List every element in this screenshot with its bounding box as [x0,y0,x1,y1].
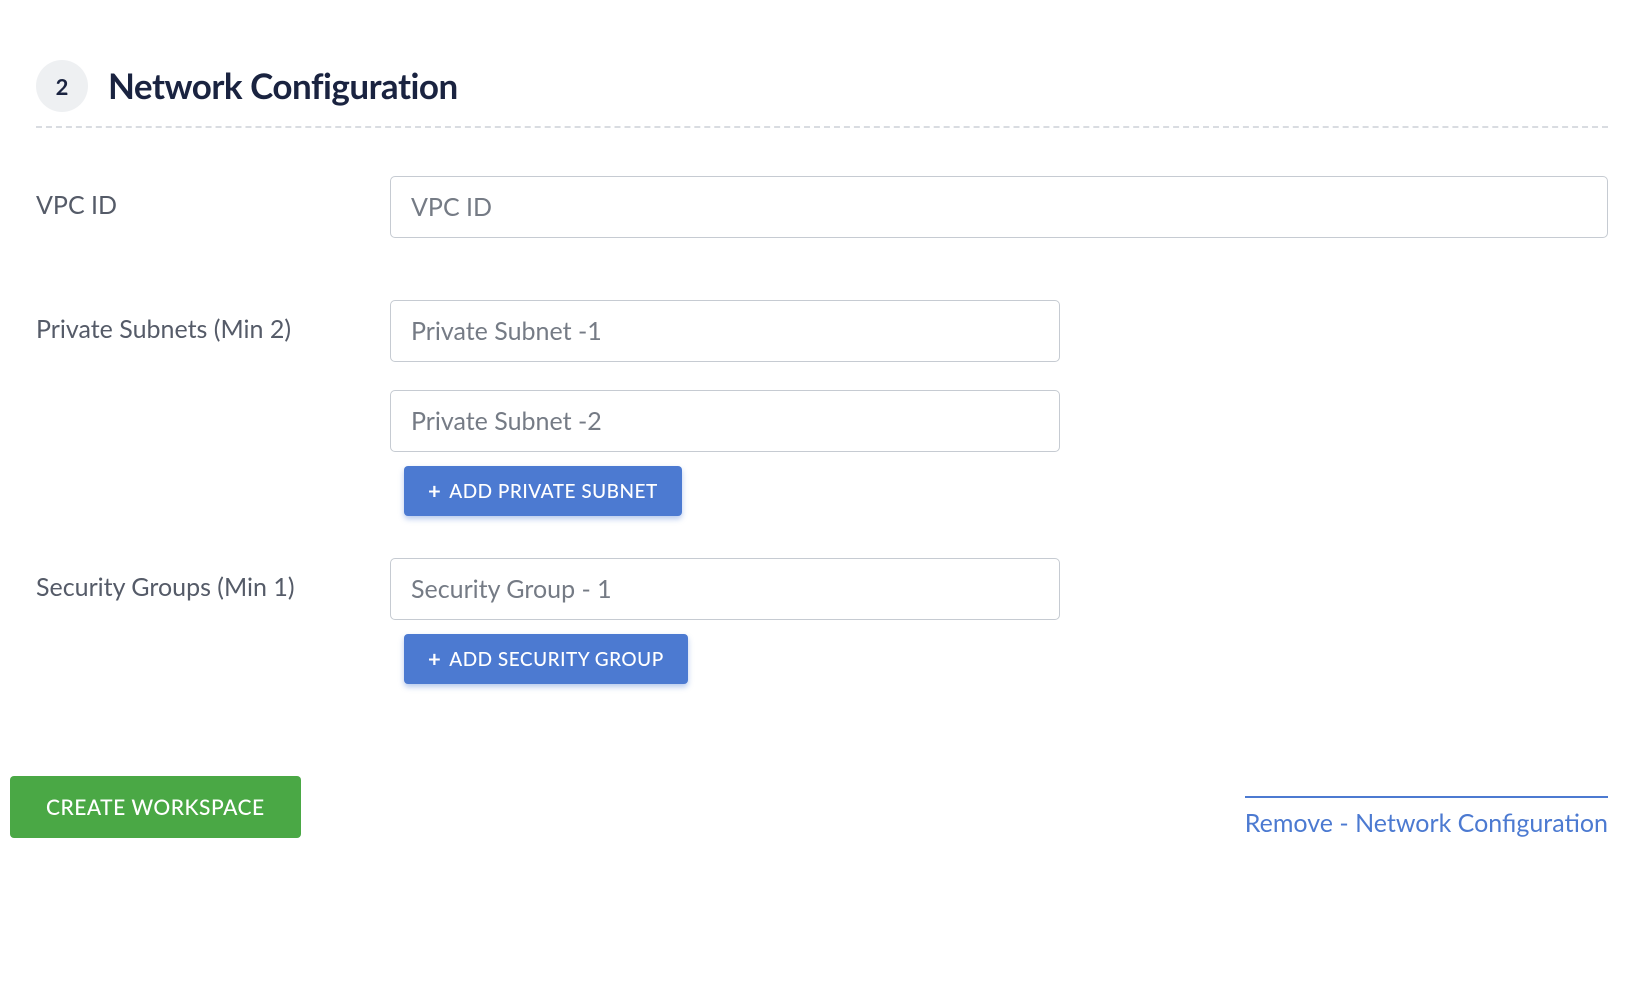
form-row-subnets: Private Subnets (Min 2) + ADD PRIVATE SU… [36,300,1608,516]
private-subnets-label: Private Subnets (Min 2) [36,300,390,344]
step-number-badge: 2 [36,60,88,112]
security-groups-label: Security Groups (Min 1) [36,558,390,602]
add-security-group-label: ADD SECURITY GROUP [449,648,663,671]
add-private-subnet-button[interactable]: + ADD PRIVATE SUBNET [404,466,682,516]
create-workspace-button[interactable]: CREATE WORKSPACE [10,776,301,838]
section-header: 2 Network Configuration [36,60,1608,112]
form-row-security-groups: Security Groups (Min 1) + ADD SECURITY G… [36,558,1608,684]
vpc-id-input[interactable] [390,176,1608,238]
footer: CREATE WORKSPACE Remove - Network Config… [0,776,1644,838]
section-title: Network Configuration [108,65,458,107]
vpc-label: VPC ID [36,176,390,220]
private-subnet-2-input[interactable] [390,390,1060,452]
remove-network-config-link[interactable]: Remove - Network Configuration [1245,796,1608,838]
add-private-subnet-label: ADD PRIVATE SUBNET [449,480,658,503]
form-row-vpc: VPC ID [36,176,1608,238]
plus-icon: + [428,480,441,502]
private-subnet-1-input[interactable] [390,300,1060,362]
security-group-1-input[interactable] [390,558,1060,620]
section-divider [36,126,1608,128]
add-security-group-button[interactable]: + ADD SECURITY GROUP [404,634,688,684]
plus-icon: + [428,648,441,670]
